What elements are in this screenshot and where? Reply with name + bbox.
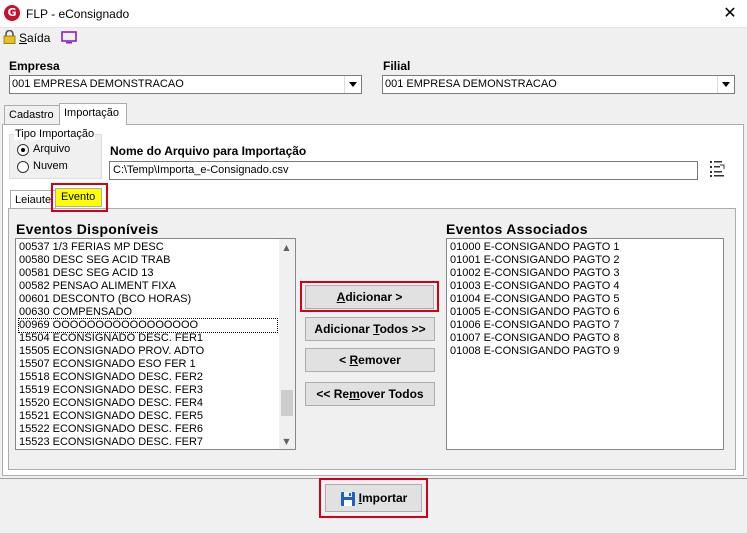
remover-pre: <	[339, 353, 350, 367]
list-item[interactable]: 15521 ECONSIGNADO DESC. FER5	[19, 410, 203, 423]
list-item[interactable]: 15520 ECONSIGNADO DESC. FER4	[19, 397, 203, 410]
chevron-down-icon[interactable]	[717, 76, 734, 93]
list-item[interactable]: 01005 E-CONSIGANDO PAGTO 6	[450, 306, 620, 319]
radio-arquivo-label: Arquivo	[33, 143, 71, 155]
filial-label: Filial	[383, 59, 411, 73]
window-title: FLP - eConsignado	[26, 7, 130, 21]
monitor-icon[interactable]	[61, 31, 77, 44]
list-item[interactable]: 15522 ECONSIGNADO DESC. FER6	[19, 423, 203, 436]
list-item[interactable]: 00580 DESC SEG ACID TRAB	[19, 254, 170, 267]
scroll-up-icon[interactable]: ▲	[280, 241, 293, 254]
tab-leiaute[interactable]: Leiaute	[10, 190, 56, 210]
filial-select[interactable]: 001 EMPRESA DEMONSTRACAO	[382, 75, 735, 94]
importar-label: mportar	[362, 491, 408, 505]
chevron-down-icon[interactable]	[344, 76, 361, 93]
disponiveis-scrollbar[interactable]: ▲ ▼	[279, 239, 295, 449]
list-item[interactable]: 00581 DESC SEG ACID 13	[19, 267, 154, 280]
adicionar-label: dicionar >	[345, 290, 403, 304]
app-logo-icon: G	[4, 5, 20, 21]
adicionar-button[interactable]: Adicionar >	[305, 285, 434, 309]
remover-button[interactable]: < Remover	[305, 348, 435, 372]
adicionar-todos-rest: odos >>	[379, 322, 426, 336]
file-browse-icon[interactable]	[708, 159, 726, 179]
radio-arquivo[interactable]	[17, 144, 29, 156]
importar-button[interactable]: Importar	[325, 484, 422, 512]
list-item[interactable]: 15518 ECONSIGNADO DESC. FER2	[19, 371, 203, 384]
tab-evento[interactable]: Evento	[55, 188, 102, 207]
remover-accel: R	[349, 353, 359, 367]
exit-button[interactable]: Saída	[19, 31, 50, 45]
exit-accel: S	[19, 31, 28, 45]
list-item[interactable]: 15519 ECONSIGNADO DESC. FER3	[19, 384, 203, 397]
list-item[interactable]: 00601 DESCONTO (BCO HORAS)	[19, 293, 191, 306]
list-item[interactable]: 01003 E-CONSIGANDO PAGTO 4	[450, 280, 620, 293]
scroll-down-icon[interactable]: ▼	[280, 435, 293, 448]
exit-label-rest: aída	[27, 31, 51, 45]
list-item[interactable]: 01006 E-CONSIGANDO PAGTO 7	[450, 319, 620, 332]
list-item[interactable]: 00582 PENSAO ALIMENT FIXA	[19, 280, 176, 293]
arquivo-label: Nome do Arquivo para Importação	[110, 144, 307, 158]
list-item[interactable]: 01007 E-CONSIGANDO PAGTO 8	[450, 332, 620, 345]
list-item[interactable]: 01008 E-CONSIGANDO PAGTO 9	[450, 345, 620, 358]
empresa-select[interactable]: 001 EMPRESA DEMONSTRACAO	[9, 75, 362, 94]
adicionar-accel: A	[336, 290, 346, 304]
list-item[interactable]: 01004 E-CONSIGANDO PAGTO 5	[450, 293, 620, 306]
list-item[interactable]: 00969 OOOOOOOOOOOOOOOOO	[18, 318, 278, 333]
empresa-value: 001 EMPRESA DEMONSTRACAO	[12, 78, 184, 90]
list-item[interactable]: 01000 E-CONSIGANDO PAGTO 1	[450, 241, 620, 254]
disponiveis-title: Eventos Disponíveis	[16, 221, 159, 237]
remover-todos-button[interactable]: << Remover Todos	[305, 382, 435, 406]
list-item[interactable]: 00537 1/3 FERIAS MP DESC	[19, 241, 164, 254]
remover-todos-accel: m	[349, 387, 360, 401]
list-item[interactable]: 15505 ECONSIGNADO PROV. ADTO	[19, 345, 204, 358]
radio-nuvem-label: Nuvem	[33, 160, 68, 172]
adicionar-todos-pre: Adicionar	[314, 322, 374, 336]
associados-title: Eventos Associados	[446, 221, 588, 237]
title-bar: G FLP - eConsignado ✕	[0, 0, 747, 28]
adicionar-todos-button[interactable]: Adicionar Todos >>	[305, 317, 435, 341]
remover-todos-rest: over Todos	[359, 387, 424, 401]
radio-nuvem[interactable]	[17, 161, 29, 173]
list-item[interactable]: 00630 COMPENSADO	[19, 306, 132, 319]
remover-todos-pre: << Re	[316, 387, 350, 401]
list-item[interactable]: 15507 ECONSIGNADO ESO FER 1	[19, 358, 196, 371]
scroll-thumb[interactable]	[281, 390, 293, 416]
list-item[interactable]: 15504 ECONSIGNADO DESC. FER1	[19, 332, 203, 345]
associados-list[interactable]: 01000 E-CONSIGANDO PAGTO 1 01001 E-CONSI…	[446, 238, 724, 450]
tipo-importacao-label: Tipo Importação	[14, 128, 96, 140]
list-item[interactable]: 01002 E-CONSIGANDO PAGTO 3	[450, 267, 620, 280]
disponiveis-list[interactable]: 00537 1/3 FERIAS MP DESC 00580 DESC SEG …	[15, 238, 296, 450]
empresa-label: Empresa	[9, 59, 60, 73]
close-icon[interactable]: ✕	[716, 2, 744, 24]
tab-importacao[interactable]: Importação	[59, 103, 127, 125]
toolbar: Saída	[0, 28, 747, 48]
lock-icon[interactable]	[3, 30, 16, 44]
list-item[interactable]: 01001 E-CONSIGANDO PAGTO 2	[450, 254, 620, 267]
arquivo-input[interactable]: C:\Temp\Importa_e-Consignado.csv	[109, 161, 698, 180]
filial-value: 001 EMPRESA DEMONSTRACAO	[385, 78, 557, 90]
list-item[interactable]: 15523 ECONSIGNADO DESC. FER7	[19, 436, 203, 449]
save-icon	[340, 491, 355, 506]
tab-cadastro[interactable]: Cadastro	[4, 105, 60, 125]
remover-rest: emover	[358, 353, 401, 367]
